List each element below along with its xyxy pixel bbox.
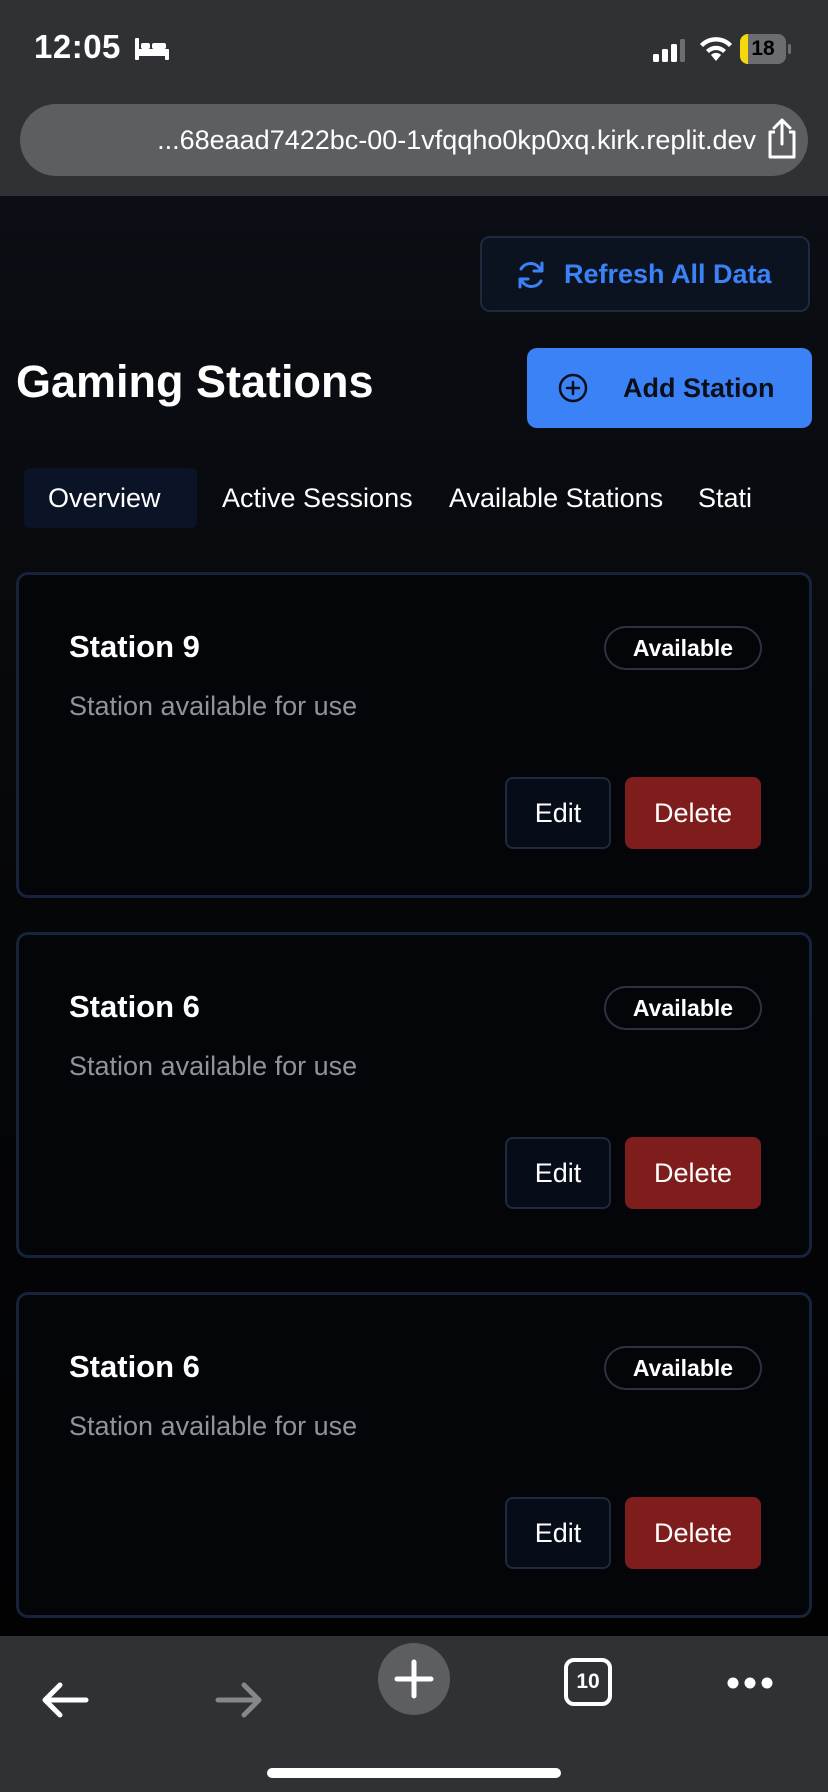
- station-description: Station available for use: [69, 691, 358, 721]
- status-time: 12:05: [34, 28, 121, 65]
- battery-level: 18: [751, 37, 775, 60]
- add-station-button[interactable]: Add Station: [527, 348, 812, 428]
- station-card: Station 6 Available Station available fo…: [16, 932, 812, 1258]
- edit-button[interactable]: Edit: [505, 1137, 611, 1209]
- status-badge: Available: [604, 986, 762, 1030]
- forward-arrow-icon[interactable]: [214, 1680, 264, 1720]
- edit-button[interactable]: Edit: [505, 1497, 611, 1569]
- delete-button[interactable]: Delete: [625, 1497, 761, 1569]
- station-name: Station 6: [69, 1349, 200, 1384]
- plus-circle-icon: [558, 373, 588, 403]
- refresh-icon: [518, 261, 544, 289]
- tab-statistics[interactable]: Stati: [674, 468, 776, 528]
- delete-button[interactable]: Delete: [625, 777, 761, 849]
- station-name: Station 9: [69, 629, 200, 664]
- url-text[interactable]: ...68eaad7422bc-00-1vfqqho0kp0xq.kirk.re…: [36, 104, 756, 176]
- share-icon[interactable]: [762, 118, 802, 160]
- home-indicator: [267, 1768, 561, 1778]
- status-badge: Available: [604, 1346, 762, 1390]
- tab-active-sessions[interactable]: Active Sessions: [198, 468, 437, 528]
- station-description: Station available for use: [69, 1411, 358, 1441]
- address-bar[interactable]: ...68eaad7422bc-00-1vfqqho0kp0xq.kirk.re…: [20, 104, 808, 176]
- plus-icon: [394, 1659, 434, 1699]
- tab-bar: Overview Active Sessions Available Stati…: [24, 468, 828, 528]
- more-icon[interactable]: [726, 1676, 774, 1690]
- signal-icon: [653, 39, 685, 62]
- delete-button[interactable]: Delete: [625, 1137, 761, 1209]
- refresh-all-data-button[interactable]: Refresh All Data: [480, 236, 810, 312]
- add-station-label: Add Station: [623, 373, 775, 403]
- tab-overview[interactable]: Overview: [24, 468, 197, 528]
- tab-count: 10: [576, 1670, 600, 1693]
- station-name: Station 6: [69, 989, 200, 1024]
- page-title: Gaming Stations: [16, 356, 374, 407]
- edit-button[interactable]: Edit: [505, 777, 611, 849]
- battery-icon: 18: [740, 34, 791, 64]
- station-card: Station 9 Available Station available fo…: [16, 572, 812, 898]
- station-card: Station 6 Available Station available fo…: [16, 1292, 812, 1618]
- refresh-label: Refresh All Data: [564, 259, 772, 289]
- bed-icon: [135, 38, 169, 60]
- page-content: Refresh All Data Gaming Stations Add Sta…: [0, 196, 828, 1636]
- tab-available-stations[interactable]: Available Stations: [425, 468, 687, 528]
- station-description: Station available for use: [69, 1051, 358, 1081]
- status-badge: Available: [604, 626, 762, 670]
- browser-top-chrome: 12:05 18 ...68eaad7422bc-00-1vfqqho0kp0x…: [0, 0, 828, 196]
- tabs-icon[interactable]: 10: [564, 1658, 612, 1706]
- wifi-icon: [700, 37, 732, 61]
- new-tab-button[interactable]: [378, 1643, 450, 1715]
- back-arrow-icon[interactable]: [40, 1680, 90, 1720]
